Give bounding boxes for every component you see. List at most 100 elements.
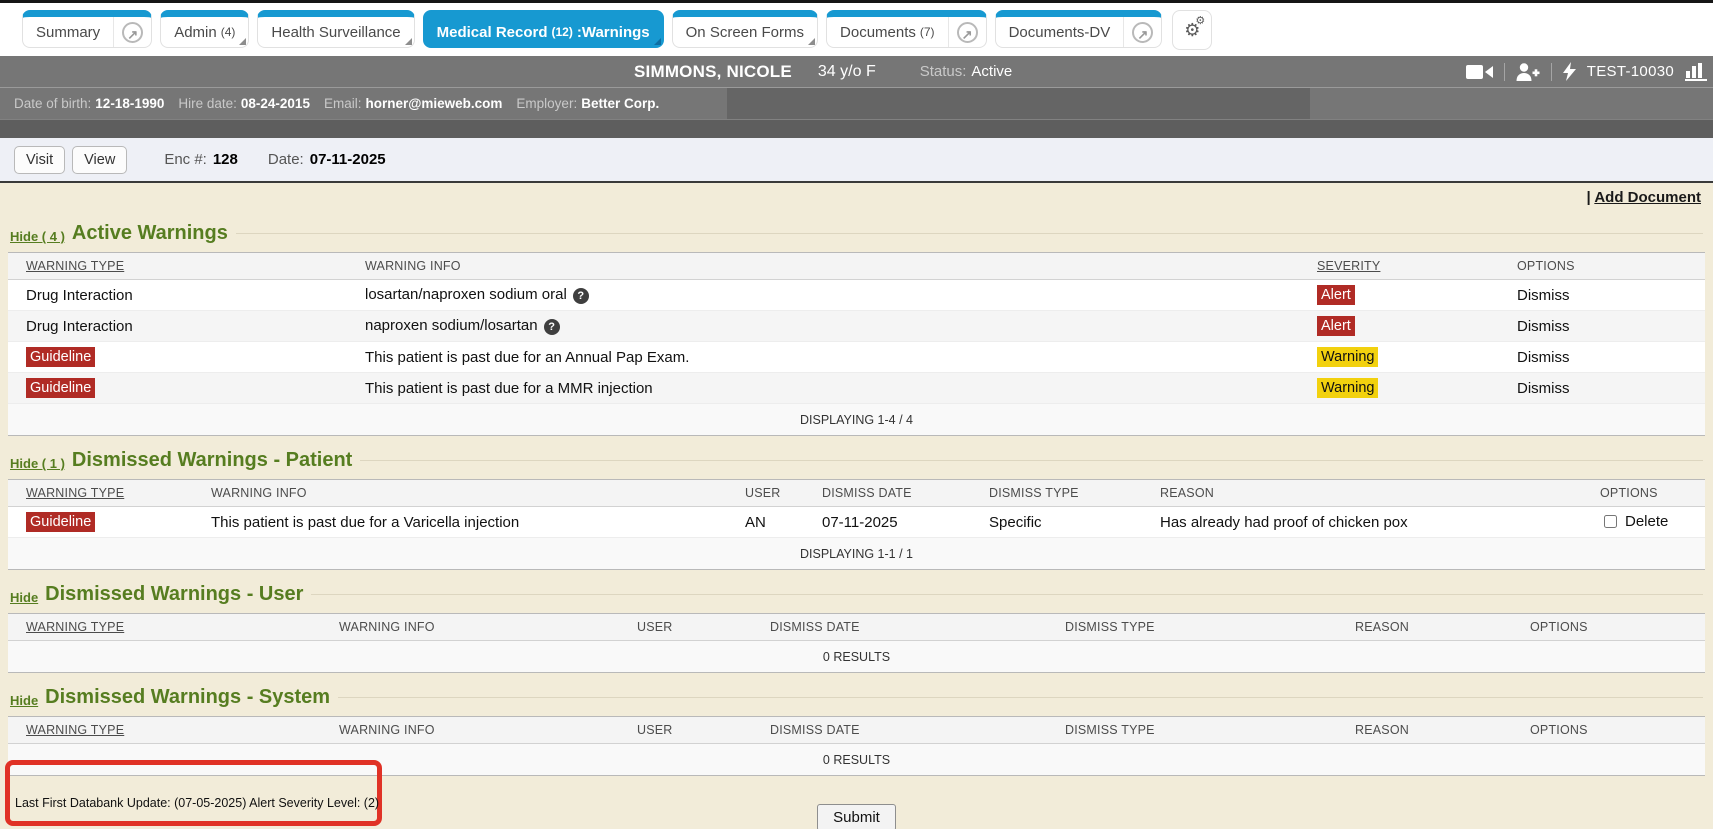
options-cell: Dismiss bbox=[1505, 311, 1705, 342]
tab-medical-record[interactable]: Medical Record (12) :Warnings bbox=[423, 10, 664, 48]
enc-number-value: 128 bbox=[213, 151, 238, 168]
tab-admin-label: Admin bbox=[174, 24, 217, 41]
dismiss-link[interactable]: Dismiss bbox=[1517, 287, 1570, 304]
dropdown-fold-icon bbox=[654, 38, 661, 45]
delete-label: Delete bbox=[1625, 513, 1668, 530]
warning-type-cell: Drug Interaction bbox=[8, 311, 353, 342]
col-warning-type[interactable]: WARNING TYPE bbox=[8, 614, 327, 641]
section-rule bbox=[360, 460, 1703, 461]
submit-button[interactable]: Submit bbox=[817, 804, 896, 829]
col-severity[interactable]: SEVERITY bbox=[1305, 253, 1505, 280]
tab-documents[interactable]: Documents (7) ↗ bbox=[826, 10, 987, 48]
severity-badge: Warning bbox=[1317, 347, 1378, 367]
chart-tab-bar: Summary ↗ Admin (4) Health Surveillance … bbox=[0, 3, 1713, 56]
col-warning-type[interactable]: WARNING TYPE bbox=[8, 480, 199, 507]
add-document-link[interactable]: Add Document bbox=[1594, 189, 1701, 206]
options-cell: Dismiss bbox=[1505, 280, 1705, 311]
patient-field-hire-date: Hire date:08-24-2015 bbox=[178, 96, 310, 111]
dropdown-fold-icon bbox=[405, 38, 412, 45]
section-rule bbox=[311, 594, 1703, 595]
severity-badge: Alert bbox=[1317, 316, 1355, 336]
table-row: Guideline This patient is past due for a… bbox=[8, 342, 1705, 373]
dismiss-link[interactable]: Dismiss bbox=[1517, 380, 1570, 397]
tab-medical-record-label: Medical Record bbox=[437, 24, 548, 41]
dropdown-fold-icon bbox=[808, 38, 815, 45]
col-dismiss-date: DISMISS DATE bbox=[758, 614, 1053, 641]
patient-status-value: Active bbox=[971, 63, 1012, 80]
patient-status-label: Status: bbox=[920, 63, 967, 80]
col-warning-type[interactable]: WARNING TYPE bbox=[8, 253, 353, 280]
delete-option: Delete bbox=[1600, 512, 1668, 531]
table-row: Guideline This patient is past due for a… bbox=[8, 373, 1705, 404]
warning-info-cell: losartan/naproxen sodium oral? bbox=[353, 280, 1305, 311]
visit-button[interactable]: Visit bbox=[14, 146, 65, 174]
col-dismiss-date: DISMISS DATE bbox=[758, 717, 1053, 744]
tab-documents-dv[interactable]: Documents-DV ↗ bbox=[995, 10, 1163, 48]
video-camera-icon[interactable] bbox=[1466, 64, 1493, 80]
tab-admin-count: (4) bbox=[221, 25, 236, 39]
warning-type-cell: Guideline bbox=[8, 373, 353, 404]
col-dismiss-type: DISMISS TYPE bbox=[977, 480, 1148, 507]
databank-update-note: Last First Databank Update: (07-05-2025)… bbox=[15, 796, 379, 810]
col-reason: REASON bbox=[1343, 614, 1518, 641]
dismiss-link[interactable]: Dismiss bbox=[1517, 318, 1570, 335]
table-row: Drug Interaction naproxen sodium/losarta… bbox=[8, 311, 1705, 342]
user-cell: AN bbox=[733, 507, 810, 538]
tab-health-surveillance-label: Health Surveillance bbox=[271, 24, 400, 41]
help-icon[interactable]: ? bbox=[573, 288, 589, 304]
reason-cell: Has already had proof of chicken pox bbox=[1148, 507, 1588, 538]
hide-active-warnings-link[interactable]: Hide ( 4 ) bbox=[10, 229, 65, 244]
dismissed-user-table: WARNING TYPE WARNING INFO USER DISMISS D… bbox=[8, 613, 1705, 673]
results-count: 0 RESULTS bbox=[8, 641, 1705, 673]
add-document-row: | Add Document bbox=[8, 187, 1705, 209]
col-warning-info: WARNING INFO bbox=[199, 480, 733, 507]
col-user: USER bbox=[733, 480, 810, 507]
lightning-bolt-icon[interactable] bbox=[1563, 62, 1576, 81]
warning-info-cell: This patient is past due for a MMR injec… bbox=[353, 373, 1305, 404]
guideline-badge: Guideline bbox=[26, 378, 95, 398]
tab-medical-record-suffix: :Warnings bbox=[577, 24, 650, 41]
enc-number-label: Enc #: bbox=[164, 151, 207, 168]
help-icon[interactable]: ? bbox=[544, 319, 560, 335]
tab-on-screen-forms[interactable]: On Screen Forms bbox=[672, 10, 818, 48]
tab-documents-dv-popout-button[interactable]: ↗ bbox=[1123, 17, 1161, 47]
patient-field-employer: Employer:Better Corp. bbox=[516, 96, 659, 111]
warnings-page: Summary ↗ Admin (4) Health Surveillance … bbox=[0, 0, 1713, 829]
col-reason: REASON bbox=[1148, 480, 1588, 507]
delete-checkbox[interactable] bbox=[1604, 515, 1617, 528]
external-link-icon: ↗ bbox=[1132, 22, 1153, 43]
guideline-badge: Guideline bbox=[26, 347, 95, 367]
options-cell: Dismiss bbox=[1505, 373, 1705, 404]
col-options: OPTIONS bbox=[1518, 717, 1705, 744]
warning-info-cell: This patient is past due for an Annual P… bbox=[353, 342, 1305, 373]
view-button[interactable]: View bbox=[72, 146, 127, 174]
tab-admin[interactable]: Admin (4) bbox=[160, 10, 249, 48]
col-dismiss-type: DISMISS TYPE bbox=[1053, 717, 1343, 744]
tab-health-surveillance[interactable]: Health Surveillance bbox=[257, 10, 414, 48]
tab-medical-record-count: (12) bbox=[552, 25, 573, 39]
patient-header-toolbar: TEST-10030 bbox=[1466, 62, 1713, 81]
tab-summary-popout-button[interactable]: ↗ bbox=[113, 17, 151, 47]
tab-documents-popout-button[interactable]: ↗ bbox=[948, 17, 986, 47]
hide-dismissed-patient-link[interactable]: Hide ( 1 ) bbox=[10, 456, 65, 471]
dismiss-date-cell: 07-11-2025 bbox=[810, 507, 977, 538]
guideline-badge: Guideline bbox=[26, 512, 95, 532]
tab-settings-button[interactable]: ⚙ ⚙ bbox=[1172, 10, 1212, 50]
table-row: Drug Interaction losartan/naproxen sodiu… bbox=[8, 280, 1705, 311]
enc-date-value: 07-11-2025 bbox=[310, 151, 386, 168]
col-warning-type[interactable]: WARNING TYPE bbox=[8, 717, 327, 744]
warning-type-cell: Guideline bbox=[8, 507, 199, 538]
tab-summary-label: Summary bbox=[36, 24, 100, 41]
dismiss-link[interactable]: Dismiss bbox=[1517, 349, 1570, 366]
patient-name: SIMMONS, NICOLE bbox=[634, 62, 792, 82]
dropdown-fold-icon bbox=[239, 38, 246, 45]
hide-dismissed-user-link[interactable]: Hide bbox=[10, 590, 38, 605]
tab-summary[interactable]: Summary ↗ bbox=[22, 10, 152, 48]
col-warning-info: WARNING INFO bbox=[327, 717, 625, 744]
col-warning-info: WARNING INFO bbox=[327, 614, 625, 641]
divider bbox=[1551, 63, 1552, 81]
col-user: USER bbox=[625, 614, 758, 641]
hide-dismissed-system-link[interactable]: Hide bbox=[10, 693, 38, 708]
add-person-icon[interactable] bbox=[1516, 63, 1540, 81]
chart-icon[interactable] bbox=[1685, 62, 1707, 81]
